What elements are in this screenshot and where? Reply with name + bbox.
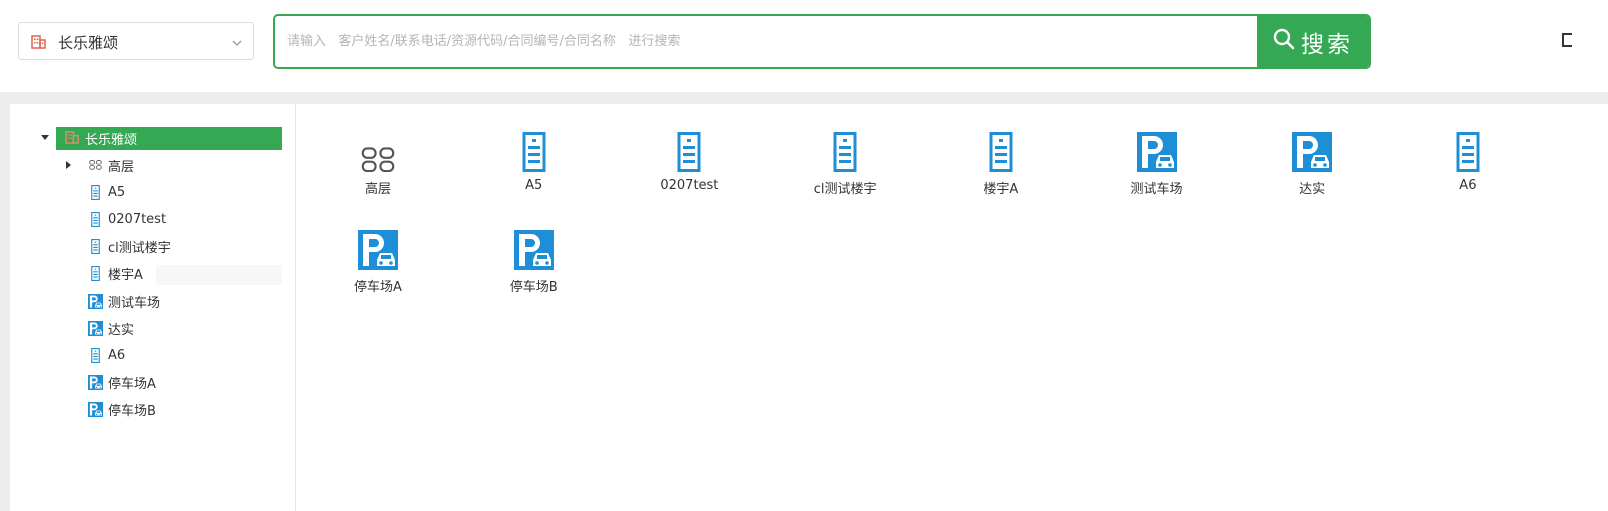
tree-item[interactable]: 高层 — [88, 154, 134, 176]
resource-tree: 长乐雅颂 高层 A5 0207test cl测试楼宇 楼宇A 测试车场 达实 A… — [10, 104, 296, 511]
resource-tile[interactable]: 测试车场 — [1092, 132, 1222, 208]
project-select[interactable]: 长乐雅颂 — [18, 22, 254, 60]
resource-tile[interactable]: A6 — [1403, 132, 1533, 208]
tree-item-label: 0207test — [108, 211, 167, 227]
tower-icon — [1456, 132, 1480, 172]
top-bar: 长乐雅颂 搜索 — [0, 0, 1608, 92]
tree-item[interactable]: A5 — [88, 181, 125, 203]
resource-tile[interactable]: 停车场A — [313, 230, 443, 306]
resource-grid: 高层 A5 0207test cl测试楼宇 楼宇A 测试车场 达实 A6 停车场… — [306, 104, 1606, 511]
resource-tile[interactable]: 0207test — [624, 132, 754, 208]
resource-tile[interactable]: 高层 — [313, 132, 443, 208]
resource-tile[interactable]: 楼宇A — [936, 132, 1066, 208]
tower-icon — [677, 132, 701, 172]
tree-item-label: 达实 — [108, 322, 135, 338]
tower-icon — [989, 132, 1013, 172]
tower-icon — [88, 211, 103, 227]
search-icon — [1273, 28, 1295, 56]
window-icon[interactable] — [1562, 33, 1572, 47]
resource-tile-label: 测试车场 — [1130, 182, 1183, 197]
parking-icon — [1136, 132, 1177, 172]
tower-icon — [522, 132, 546, 172]
tree-item-label: cl测试楼宇 — [108, 241, 171, 257]
tree-item-label: 高层 — [108, 159, 135, 175]
grid-icon — [361, 132, 395, 172]
parking-icon — [358, 230, 398, 270]
tree-root-label: 长乐雅颂 — [85, 133, 138, 148]
resource-tile[interactable]: cl测试楼宇 — [780, 132, 910, 208]
resource-tile-label: A6 — [1459, 178, 1477, 193]
tree-item[interactable]: 达实 — [88, 317, 134, 339]
building-icon — [65, 129, 79, 148]
caret-right-icon[interactable] — [66, 161, 71, 169]
parking-icon — [88, 402, 103, 418]
tree-item-label: 测试车场 — [108, 295, 161, 311]
tree-item[interactable]: 停车场A — [88, 372, 156, 394]
content-panel: 长乐雅颂 高层 A5 0207test cl测试楼宇 楼宇A 测试车场 达实 A… — [10, 104, 1608, 511]
tree-item-label: 楼宇A — [108, 268, 143, 284]
project-select-label: 长乐雅颂 — [58, 34, 119, 52]
building-icon — [31, 34, 46, 53]
tower-icon — [88, 266, 103, 282]
caret-down-icon[interactable] — [41, 135, 49, 140]
tree-root[interactable]: 长乐雅颂 — [56, 127, 282, 150]
resource-tile-label: A5 — [525, 178, 543, 193]
parking-icon — [513, 230, 554, 270]
search-button-label: 搜索 — [1301, 31, 1353, 58]
parking-icon — [88, 320, 103, 336]
tree-item[interactable]: 测试车场 — [88, 290, 160, 312]
tree-item-label: A6 — [108, 347, 126, 363]
grid-icon — [88, 160, 103, 170]
tower-icon — [88, 239, 103, 255]
tree-item[interactable]: 0207test — [88, 208, 166, 230]
resource-tile-label: cl测试楼宇 — [813, 182, 877, 197]
resource-tile-label: 高层 — [364, 182, 391, 197]
resource-tile-label: 0207test — [660, 178, 719, 193]
resource-tile-label: 停车场A — [354, 280, 402, 295]
chevron-down-icon — [231, 34, 243, 53]
tree-item[interactable]: A6 — [88, 344, 125, 366]
parking-icon — [88, 375, 103, 391]
tree-item[interactable]: cl测试楼宇 — [88, 236, 171, 258]
tower-icon — [88, 184, 103, 200]
tree-item[interactable]: 楼宇A — [88, 263, 143, 285]
tree-item[interactable]: 停车场B — [88, 399, 156, 421]
tower-icon — [833, 132, 857, 172]
parking-icon — [1292, 132, 1333, 172]
resource-tile[interactable]: 达实 — [1247, 132, 1377, 208]
hover-highlight — [156, 265, 282, 285]
tree-item-label: 停车场B — [108, 404, 156, 420]
resource-tile-label: 停车场B — [509, 280, 558, 295]
resource-tile-label: 达实 — [1299, 182, 1326, 197]
tower-icon — [88, 347, 103, 363]
search-input[interactable] — [275, 16, 1259, 67]
search-button[interactable]: 搜索 — [1257, 16, 1369, 67]
resource-tile-label: 楼宇A — [983, 182, 1019, 197]
resource-tile[interactable]: 停车场B — [469, 230, 599, 306]
tree-item-label: 停车场A — [108, 377, 156, 393]
resource-tile[interactable]: A5 — [469, 132, 599, 208]
parking-icon — [88, 293, 103, 309]
tree-item-label: A5 — [108, 184, 126, 200]
search-bar: 搜索 — [273, 14, 1371, 69]
